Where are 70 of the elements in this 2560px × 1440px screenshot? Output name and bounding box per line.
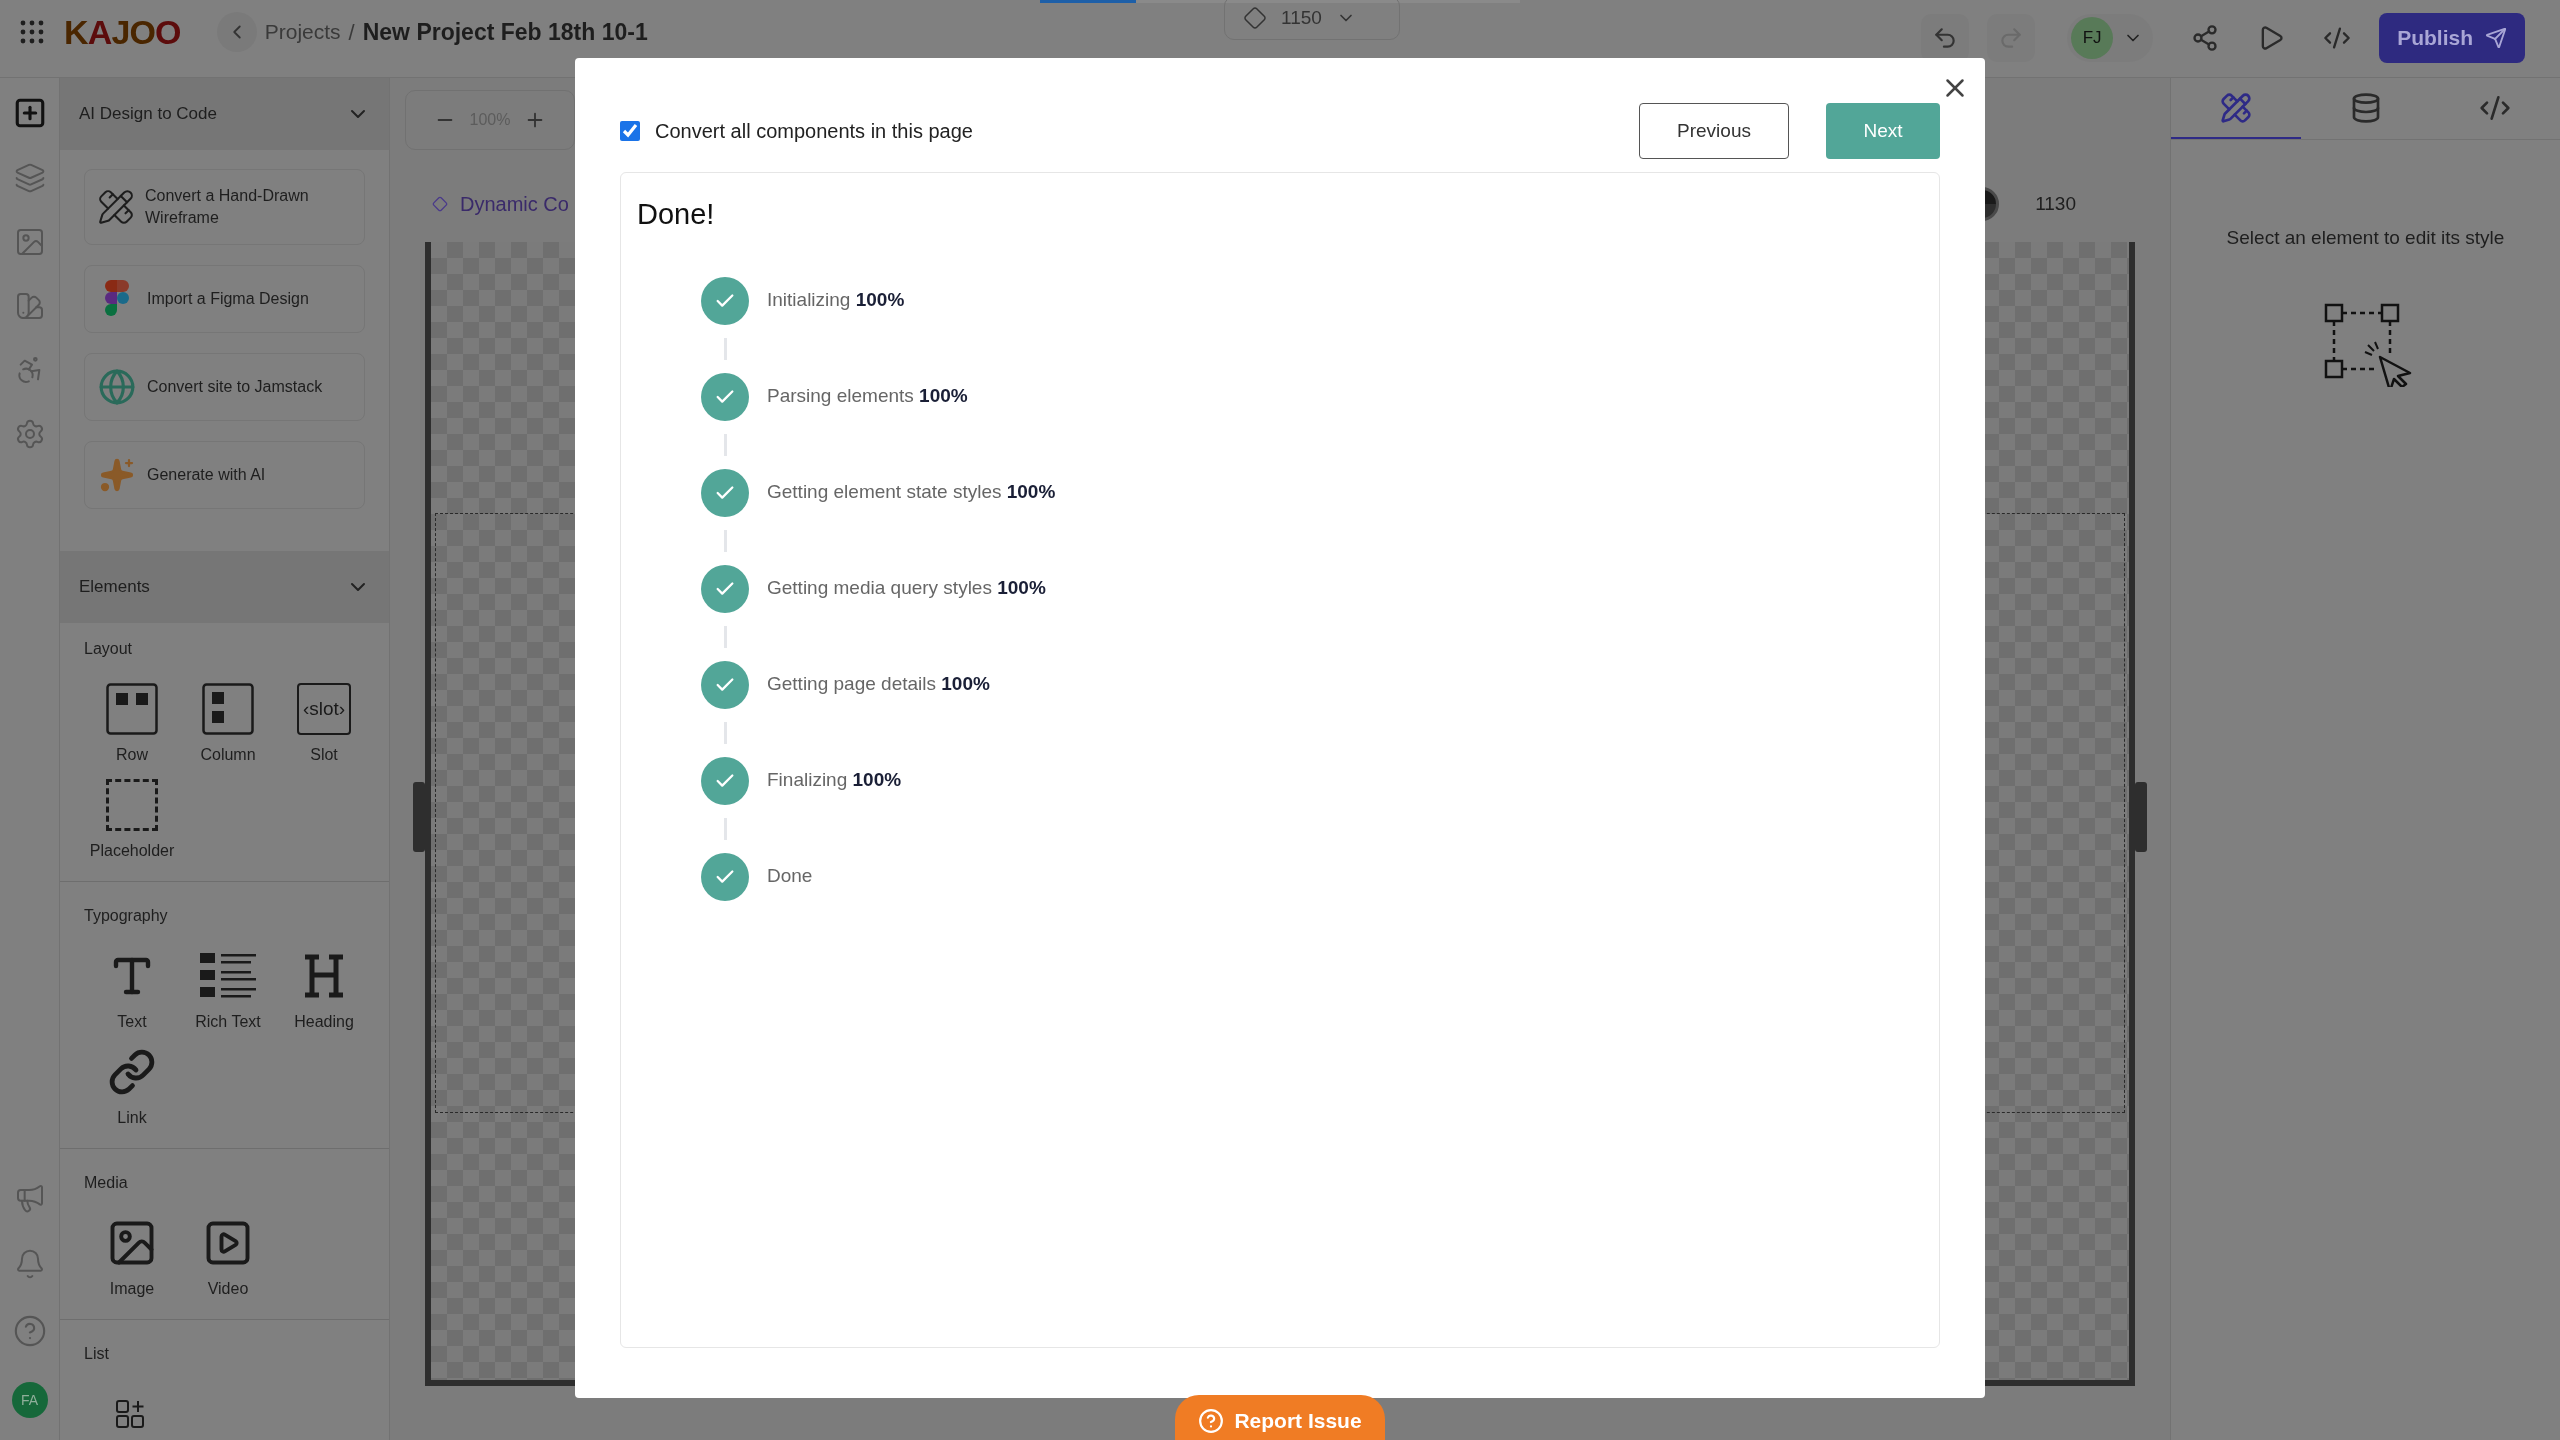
group-title: Typography [84, 906, 169, 926]
section-title: AI Design to Code [79, 103, 217, 126]
section-header[interactable]: AI Design to Code [60, 78, 389, 150]
group-title: Media [84, 1173, 129, 1193]
previous-button[interactable]: Previous [1639, 103, 1789, 159]
element-tile[interactable]: ‹slot› Slot [276, 681, 372, 767]
group-title: Layout [84, 639, 134, 659]
element-tile[interactable]: Column [180, 681, 276, 767]
element-tile[interactable]: Image [84, 1215, 180, 1301]
checkbox[interactable] [620, 121, 640, 141]
row-layout-icon [106, 683, 158, 735]
element-tile[interactable]: Heading [276, 948, 372, 1034]
user-avatar[interactable]: FJ [2071, 17, 2114, 59]
user-avatar[interactable]: FA [11, 1382, 48, 1418]
globe-icon [98, 368, 136, 406]
dialog-title: Done! [637, 197, 716, 232]
account-menu[interactable]: FJ [2067, 14, 2154, 62]
element-tile[interactable]: Row [84, 681, 180, 767]
ai-tool-card[interactable]: Convert site to Jamstack [84, 353, 365, 421]
publish-button[interactable]: Publish [2379, 13, 2525, 63]
help-icon [1198, 1408, 1225, 1434]
share-icon [2191, 24, 2220, 52]
heading-h-icon [303, 954, 345, 998]
ai-tool-card[interactable]: Import a Figma Design [84, 265, 365, 333]
component-name[interactable]: Dynamic Co [460, 189, 569, 219]
element-tile[interactable]: Video [180, 1215, 276, 1301]
step-label: Parsing elements 100% [767, 384, 968, 409]
step-label: Getting element state styles 100% [767, 480, 1056, 505]
canvas-width: 1130 [2035, 191, 2076, 216]
pencil-ruler-icon [97, 188, 135, 226]
group-title: List [84, 1344, 110, 1364]
resize-handle[interactable] [413, 782, 425, 852]
ai-tool-card[interactable]: Convert a Hand-Drawn Wireframe [84, 169, 365, 245]
pencil-ruler-icon [2219, 91, 2252, 124]
report-issue-button[interactable]: Report Issue [1175, 1395, 1385, 1440]
ai-tool-card[interactable]: Generate with AI [84, 441, 365, 509]
step-label: Initializing 100% [767, 288, 905, 313]
rich-text-icon [200, 953, 256, 999]
breadcrumb-link[interactable]: Projects [264, 16, 341, 48]
logo[interactable]: KAJOO [64, 6, 181, 58]
project-title: New Project Feb 18th 10-1 [362, 17, 648, 47]
element-tile[interactable]: Text [84, 948, 180, 1034]
step-label: Getting page details 100% [767, 672, 990, 697]
step-label: Getting media query styles 100% [767, 576, 1046, 601]
send-icon [2485, 27, 2507, 49]
checkbox-label: Convert all components in this page [655, 119, 973, 144]
help-icon[interactable] [12, 1314, 47, 1348]
link-icon [108, 1048, 156, 1096]
column-layout-icon [202, 683, 254, 735]
section-header[interactable]: Elements [60, 551, 389, 623]
step-label: Done [767, 864, 813, 889]
section-title: Elements [79, 576, 150, 599]
apps-grid-icon[interactable] [20, 20, 44, 44]
element-tile[interactable]: Placeholder [84, 777, 180, 863]
width-value: 1150 [1281, 5, 1322, 30]
resize-handle[interactable] [2135, 782, 2147, 852]
component-diamond-icon [432, 196, 448, 212]
dashed-square-icon [106, 779, 158, 831]
breadcrumb-separator: / [348, 18, 355, 47]
figma-logo-icon [104, 280, 130, 318]
element-tile[interactable]: Rich Text [180, 948, 276, 1034]
sparkle-icon [99, 457, 135, 493]
layers-icon[interactable] [13, 162, 46, 194]
next-button[interactable]: Next [1826, 103, 1940, 159]
back-button[interactable] [216, 12, 257, 52]
element-tile[interactable]: Link [84, 1044, 180, 1130]
slot-icon: ‹slot› [297, 683, 351, 735]
step-label: Finalizing 100% [767, 768, 902, 793]
diamond-icon [1243, 6, 1267, 30]
empty-state-hint: Select an element to edit its style [2225, 226, 2506, 250]
